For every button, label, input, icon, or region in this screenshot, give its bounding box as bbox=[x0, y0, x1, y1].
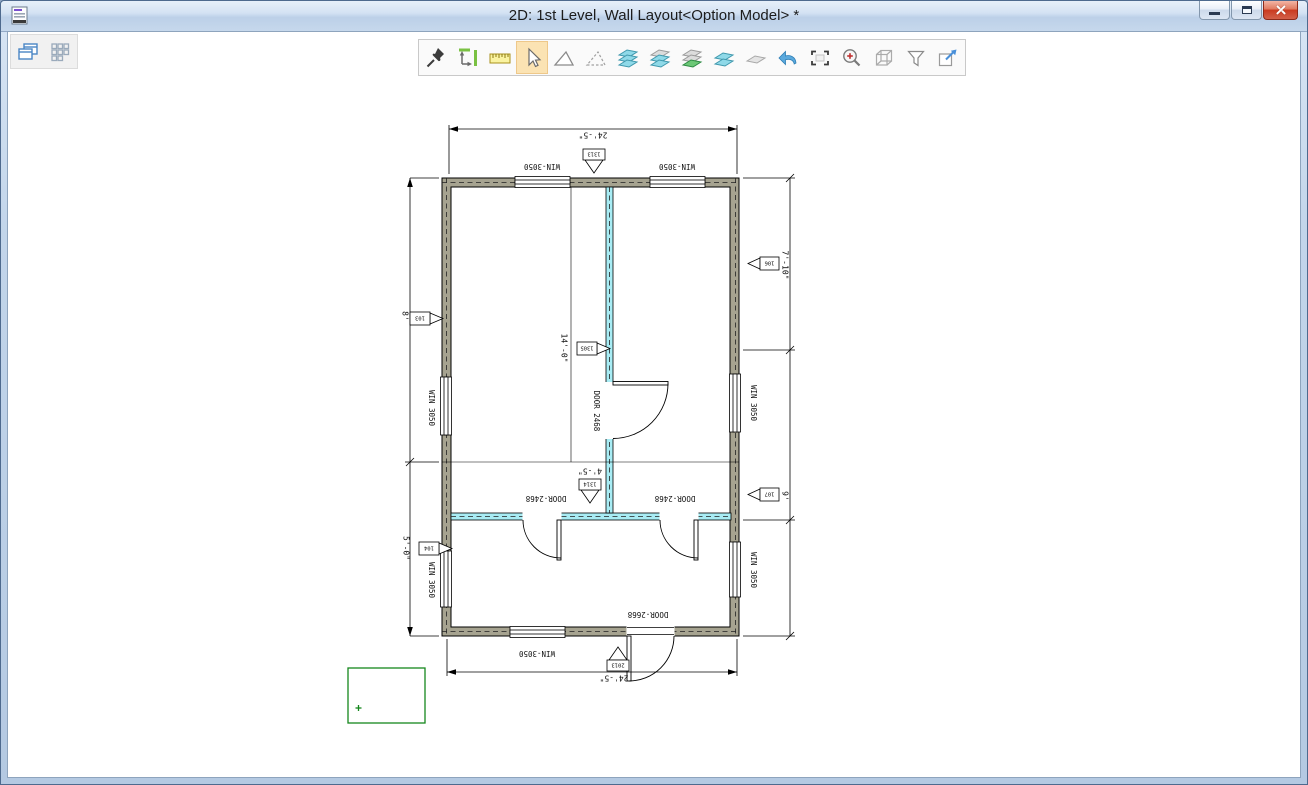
minimize-button[interactable] bbox=[1199, 1, 1230, 20]
window-title: 2D: 1st Level, Wall Layout<Option Model>… bbox=[1, 1, 1307, 31]
pin-icon bbox=[424, 46, 448, 70]
ruler-icon bbox=[488, 46, 512, 70]
window-controls bbox=[1199, 1, 1298, 20]
cascade-windows-button[interactable] bbox=[14, 38, 42, 66]
triangle-button[interactable] bbox=[548, 41, 580, 74]
triangle-icon bbox=[552, 46, 576, 70]
window-label: WIN 3050 bbox=[427, 390, 436, 427]
flag-bottom: 2013 bbox=[607, 647, 629, 671]
layers-stack-button[interactable] bbox=[612, 41, 644, 74]
reference-lines bbox=[442, 187, 739, 462]
dimension-text: 5'-0" bbox=[402, 536, 411, 560]
wall-centerlines bbox=[442, 178, 739, 636]
door-label: DOOR-2668 bbox=[627, 610, 668, 619]
window-arrange-panel bbox=[10, 34, 78, 69]
flag-top: 1313 bbox=[583, 149, 605, 173]
layers-green-icon bbox=[680, 46, 704, 70]
dimension-text: 14'-0" bbox=[560, 334, 569, 363]
svg-text:1313: 1313 bbox=[587, 151, 600, 157]
door-label: DOOR 2468 bbox=[592, 391, 601, 432]
restore-icon bbox=[1242, 6, 1252, 14]
tile-windows-icon bbox=[48, 40, 72, 64]
flag-mid: 1305 bbox=[577, 342, 610, 355]
layers-mixed-icon bbox=[648, 46, 672, 70]
triangle-dashed-button[interactable] bbox=[580, 41, 612, 74]
layers-mixed-button[interactable] bbox=[644, 41, 676, 74]
dimension-text: 4'-5" bbox=[578, 467, 602, 476]
selection-frame[interactable] bbox=[348, 668, 425, 723]
box-3d-icon bbox=[872, 46, 896, 70]
layers-pair-icon bbox=[712, 46, 736, 70]
offset-move-icon bbox=[456, 46, 480, 70]
undo-icon bbox=[776, 46, 800, 70]
box-3d-button[interactable] bbox=[868, 41, 900, 74]
ruler-button[interactable] bbox=[484, 41, 516, 74]
layers-pair-button[interactable] bbox=[708, 41, 740, 74]
minimize-icon bbox=[1209, 12, 1220, 15]
window-label: WIN 3050 bbox=[749, 552, 758, 589]
flag-right-lower: 107 bbox=[748, 488, 779, 501]
select-cursor-icon bbox=[520, 46, 544, 70]
main-toolbar bbox=[418, 39, 966, 76]
zoom-in-icon bbox=[840, 46, 864, 70]
fit-view-button[interactable] bbox=[804, 41, 836, 74]
layer-single-button[interactable] bbox=[740, 41, 772, 74]
export-view-button[interactable] bbox=[932, 41, 964, 74]
svg-text:1305: 1305 bbox=[580, 345, 593, 351]
dimension-text: 24'-5" bbox=[579, 131, 608, 140]
tile-windows-button[interactable] bbox=[46, 38, 74, 66]
export-view-icon bbox=[936, 46, 960, 70]
window-label: WIN-3050 bbox=[518, 649, 555, 658]
flag-left-upper: 103 bbox=[410, 312, 443, 325]
pin-button[interactable] bbox=[420, 41, 452, 74]
svg-text:106: 106 bbox=[765, 260, 775, 266]
fit-view-icon bbox=[808, 46, 832, 70]
dimension-text: 9' bbox=[781, 491, 790, 501]
flag-mid-lower: 1314 bbox=[579, 479, 601, 503]
undo-button[interactable] bbox=[772, 41, 804, 74]
layer-single-icon bbox=[744, 46, 768, 70]
flag-right-upper: 106 bbox=[748, 257, 779, 270]
svg-text:1314: 1314 bbox=[583, 481, 597, 487]
offset-move-button[interactable] bbox=[452, 41, 484, 74]
drawing-canvas[interactable]: 1313 1305 1314 2013 103 bbox=[7, 31, 1301, 778]
windows[interactable] bbox=[441, 177, 741, 638]
door-label: DOOR-2468 bbox=[654, 494, 695, 503]
window-label: WIN-3050 bbox=[523, 162, 560, 171]
select-cursor-button[interactable] bbox=[516, 41, 548, 74]
window-label: WIN 3050 bbox=[749, 385, 758, 422]
window-label: WIN-3050 bbox=[658, 162, 695, 171]
svg-text:104: 104 bbox=[423, 545, 434, 551]
svg-text:103: 103 bbox=[415, 315, 425, 321]
filter-button[interactable] bbox=[900, 41, 932, 74]
titlebar[interactable]: 2D: 1st Level, Wall Layout<Option Model>… bbox=[1, 1, 1307, 32]
svg-text:107: 107 bbox=[765, 491, 775, 497]
exterior-walls[interactable] bbox=[442, 178, 739, 636]
app-window: 2D: 1st Level, Wall Layout<Option Model>… bbox=[0, 0, 1308, 785]
triangle-dashed-icon bbox=[584, 46, 608, 70]
zoom-in-button[interactable] bbox=[836, 41, 868, 74]
dimension-text: 24'-5" bbox=[600, 674, 629, 683]
close-button[interactable] bbox=[1263, 1, 1298, 20]
svg-text:2013: 2013 bbox=[611, 662, 624, 668]
floor-plan[interactable]: 1313 1305 1314 2013 103 bbox=[332, 97, 812, 747]
layers-green-button[interactable] bbox=[676, 41, 708, 74]
cascade-windows-icon bbox=[16, 40, 40, 64]
window-label: WIN 3050 bbox=[427, 562, 436, 599]
dimension-text: 8' bbox=[401, 311, 410, 321]
layers-stack-icon bbox=[616, 46, 640, 70]
door-label: DOOR-2468 bbox=[525, 494, 566, 503]
restore-button[interactable] bbox=[1231, 1, 1262, 20]
filter-icon bbox=[904, 46, 928, 70]
dimension-text: 7'-10" bbox=[781, 251, 790, 280]
